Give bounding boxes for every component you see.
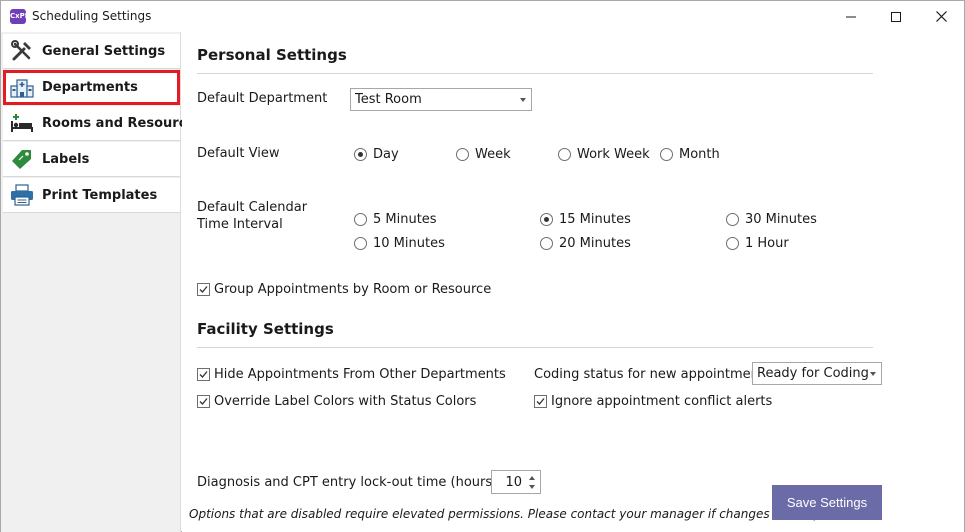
radio-circle: [540, 213, 553, 226]
radio-circle: [726, 213, 739, 226]
radio-circle: [456, 148, 469, 161]
maximize-icon: [891, 11, 901, 22]
chevron-down-icon: [520, 98, 526, 102]
permissions-note: Options that are disabled require elevat…: [189, 507, 852, 521]
sidebar-item-label: General Settings: [42, 44, 166, 59]
checkbox-box: [534, 395, 547, 408]
lockout-time-value: 10: [505, 475, 522, 490]
interval-label-line1: Default Calendar: [197, 200, 308, 215]
radio-label: Week: [475, 147, 511, 162]
chevron-down-icon[interactable]: [529, 485, 535, 489]
interval-radio-20-minutes[interactable]: 20 Minutes: [540, 236, 631, 251]
checkbox-box: [197, 395, 210, 408]
hide-other-departments-checkbox[interactable]: Hide Appointments From Other Departments: [197, 367, 506, 382]
radio-label: Day: [373, 147, 399, 162]
default-department-value: Test Room: [355, 92, 422, 107]
sidebar-item-general-settings[interactable]: General Settings: [3, 34, 180, 69]
interval-radio-15-minutes[interactable]: 15 Minutes: [540, 212, 631, 227]
coding-status-select[interactable]: Ready for Coding: [752, 362, 882, 385]
section-divider: [197, 347, 873, 348]
view-radio-month[interactable]: Month: [660, 147, 720, 162]
sidebar-item-print-templates[interactable]: Print Templates: [3, 178, 180, 213]
default-department-select[interactable]: Test Room: [350, 88, 532, 111]
settings-content: Personal Settings Default Department Tes…: [182, 32, 964, 532]
radio-circle: [540, 237, 553, 250]
view-radio-work-week[interactable]: Work Week: [558, 147, 650, 162]
personal-settings-title: Personal Settings: [197, 46, 347, 64]
interval-radio-30-minutes[interactable]: 30 Minutes: [726, 212, 817, 227]
section-divider: [197, 73, 873, 74]
checkbox-label: Override Label Colors with Status Colors: [214, 394, 477, 409]
minimize-icon: [846, 16, 856, 17]
settings-sidebar: General Settings Departments Rooms and R…: [1, 32, 203, 532]
interval-radio-5-minutes[interactable]: 5 Minutes: [354, 212, 437, 227]
lockout-time-label: Diagnosis and CPT entry lock-out time (h…: [197, 475, 498, 490]
sidebar-item-label: Departments: [42, 80, 138, 95]
chevron-up-icon[interactable]: [529, 476, 535, 480]
save-settings-button[interactable]: Save Settings: [772, 485, 882, 520]
maximize-button[interactable]: [873, 1, 919, 32]
close-icon: [935, 11, 947, 22]
close-button[interactable]: [918, 1, 964, 32]
app-logo-icon: CxPM: [10, 9, 32, 24]
checkbox-label: Hide Appointments From Other Departments: [214, 367, 506, 382]
checkbox-box: [197, 283, 210, 296]
radio-label: 30 Minutes: [745, 212, 817, 227]
radio-label: 10 Minutes: [373, 236, 445, 251]
radio-label: 1 Hour: [745, 236, 789, 251]
tag-icon: [12, 150, 31, 169]
checkbox-box: [197, 368, 210, 381]
ignore-conflict-alerts-checkbox[interactable]: Ignore appointment conflict alerts: [534, 394, 772, 409]
radio-circle: [726, 237, 739, 250]
hospital-icon: [10, 79, 34, 98]
radio-label: Month: [679, 147, 720, 162]
radio-circle: [558, 148, 571, 161]
radio-label: Work Week: [577, 147, 650, 162]
radio-circle: [354, 237, 367, 250]
checkmark-icon: [199, 398, 208, 405]
facility-settings-title: Facility Settings: [197, 320, 334, 338]
radio-label: 20 Minutes: [559, 236, 631, 251]
checkmark-icon: [199, 286, 208, 293]
override-label-colors-checkbox[interactable]: Override Label Colors with Status Colors: [197, 394, 476, 409]
default-view-label: Default View: [197, 146, 280, 161]
scheduling-settings-window: CxPM Scheduling Settings General Setting…: [0, 0, 965, 532]
radio-label: 5 Minutes: [373, 212, 437, 227]
radio-label: 15 Minutes: [559, 212, 631, 227]
coding-status-label: Coding status for new appointments: [534, 367, 771, 382]
view-radio-day[interactable]: Day: [354, 147, 399, 162]
lockout-time-stepper[interactable]: 10: [491, 470, 541, 494]
radio-circle: [354, 213, 367, 226]
checkmark-icon: [199, 371, 208, 378]
interval-radio-10-minutes[interactable]: 10 Minutes: [354, 236, 445, 251]
printer-icon: [11, 184, 33, 206]
group-by-room-checkbox[interactable]: Group Appointments by Room or Resource: [197, 282, 491, 297]
window-title: Scheduling Settings: [32, 9, 152, 23]
bed-icon: [11, 114, 33, 132]
interval-radio-1-hour[interactable]: 1 Hour: [726, 236, 789, 251]
interval-label-line2: Time Interval: [197, 217, 283, 232]
radio-circle: [660, 148, 673, 161]
sidebar-item-labels[interactable]: Labels: [3, 142, 180, 177]
checkmark-icon: [536, 398, 545, 405]
checkbox-label: Ignore appointment conflict alerts: [551, 394, 773, 409]
minimize-button[interactable]: [828, 1, 874, 32]
radio-circle: [354, 148, 367, 161]
sidebar-item-rooms-and-resources[interactable]: Rooms and Resources: [3, 106, 203, 141]
sidebar-item-departments[interactable]: Departments: [3, 70, 180, 105]
sidebar-item-label: Print Templates: [42, 188, 158, 203]
title-bar: CxPM Scheduling Settings: [1, 1, 964, 32]
sidebar-item-label: Rooms and Resources: [42, 116, 203, 131]
tools-icon: [11, 40, 31, 61]
view-radio-week[interactable]: Week: [456, 147, 511, 162]
default-department-label: Default Department: [197, 91, 328, 106]
sidebar-item-label: Labels: [42, 152, 90, 167]
chevron-down-icon: [870, 372, 876, 376]
checkbox-label: Group Appointments by Room or Resource: [214, 282, 492, 297]
coding-status-value: Ready for Coding: [757, 366, 869, 381]
